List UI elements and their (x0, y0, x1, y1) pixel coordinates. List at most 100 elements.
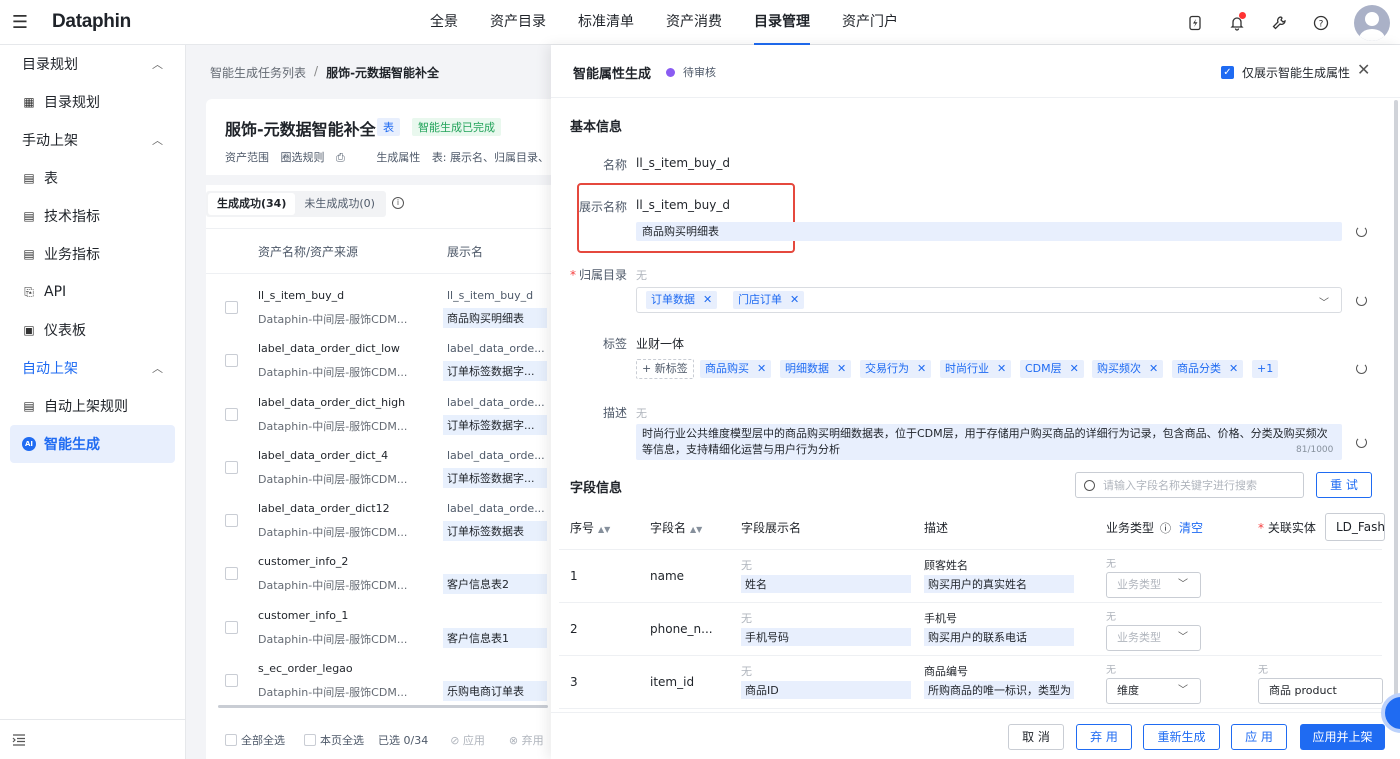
close-icon[interactable]: ✕ (1149, 362, 1158, 375)
checkbox[interactable] (304, 734, 316, 746)
list-item[interactable]: customer_info_2 Dataphin-中间层-服饰CDM... 客户信息… (206, 546, 551, 599)
nav-catalog-management[interactable]: 目录管理 (740, 0, 824, 45)
sidebar-group-auto-publish[interactable]: 自动上架 ︿ (0, 349, 185, 387)
help-icon[interactable]: ? (1300, 0, 1342, 45)
reset-button[interactable]: 重 试 (1316, 472, 1372, 498)
refresh-icon[interactable] (1356, 363, 1367, 374)
select-all-checkbox[interactable]: 全部全选 (225, 732, 285, 748)
asset-name[interactable]: label_data_order_dict12 (258, 502, 390, 515)
discard-button[interactable]: 弃 用 (1076, 724, 1132, 750)
asset-name[interactable]: label_data_order_dict_high (258, 396, 405, 409)
sidebar-group-manual-publish[interactable]: 手动上架 ︿ (0, 121, 185, 159)
asset-name[interactable]: label_data_order_dict_4 (258, 449, 388, 462)
info-icon[interactable]: i (392, 197, 404, 209)
biz-type-select[interactable]: 维度 ﹀ (1106, 678, 1201, 704)
checkbox[interactable] (225, 354, 238, 368)
tag-chip[interactable]: 时尚行业 ✕ (940, 360, 1012, 378)
sidebar-item-catalog-planning[interactable]: ▦ 目录规划 (10, 83, 175, 121)
field-desc-ai[interactable]: 所购商品的唯一标识，类型为 (924, 681, 1074, 699)
close-icon[interactable]: ✕ (1229, 362, 1238, 375)
close-icon[interactable]: ✕ (790, 293, 799, 306)
refresh-icon[interactable] (1356, 437, 1367, 448)
tag-chip[interactable]: CDM层 ✕ (1020, 360, 1084, 378)
sidebar-item-biz-metric[interactable]: ▤ 业务指标 (10, 235, 175, 273)
refresh-icon[interactable] (1356, 295, 1367, 306)
sidebar-item-api[interactable]: ⎘ API (10, 273, 175, 311)
checkbox[interactable] (225, 674, 238, 688)
lightning-icon[interactable] (1174, 0, 1216, 45)
hamburger-menu-icon[interactable]: ☰ (0, 0, 40, 45)
list-item[interactable]: s_ec_order_legao Dataphin-中间层-服饰CDM... 乐购电… (206, 653, 551, 706)
tab-success[interactable]: 生成成功(34) (208, 193, 296, 215)
col-field-name[interactable]: 字段名 ▲▼ (650, 519, 702, 536)
biz-type-select[interactable]: 业务类型 ﹀ (1106, 572, 1201, 598)
sidebar-group-catalog-planning[interactable]: 目录规划 ︿ (0, 45, 185, 83)
close-icon[interactable]: ✕ (997, 362, 1006, 375)
list-item[interactable]: ll_s_item_buy_d Dataphin-中间层-服饰CDM... ll_s… (206, 280, 551, 333)
catalog-chip[interactable]: 订单数据 ✕ (646, 291, 718, 309)
discard-bulk-button[interactable]: ⊗ 弃用 (509, 732, 544, 748)
list-item[interactable]: label_data_order_dict12 Dataphin-中间层-服饰CD… (206, 493, 551, 546)
checkbox-checked-icon[interactable]: ✓ (1221, 66, 1234, 79)
checkbox[interactable] (225, 301, 238, 314)
collapse-sidebar-icon[interactable] (0, 719, 185, 759)
close-icon[interactable]: ✕ (757, 362, 766, 375)
close-icon[interactable]: ✕ (917, 362, 926, 375)
cancel-button[interactable]: 取 消 (1008, 724, 1064, 750)
more-tags-chip[interactable]: +1 (1252, 360, 1279, 378)
chevron-down-icon[interactable]: ﹀ (1319, 294, 1329, 309)
tag-chip[interactable]: 商品购买 ✕ (700, 360, 772, 378)
nav-overview[interactable]: 全景 (416, 0, 472, 45)
field-search-input[interactable]: 请输入字段名称关键字进行搜索 (1075, 472, 1304, 498)
select-page-checkbox[interactable]: 本页全选 (304, 732, 364, 748)
tab-failed[interactable]: 未生成成功(0) (295, 193, 384, 215)
avatar[interactable] (1354, 4, 1390, 41)
wrench-icon[interactable] (1258, 0, 1300, 45)
tag-chip[interactable]: 交易行为 ✕ (860, 360, 932, 378)
close-icon[interactable]: ✕ (1357, 60, 1370, 79)
nav-asset-consumption[interactable]: 资产消费 (652, 0, 736, 45)
breadcrumb-parent[interactable]: 智能生成任务列表 (210, 64, 306, 81)
catalog-select[interactable]: 订单数据 ✕ 门店订单 ✕ ﹀ (636, 287, 1342, 313)
asset-name[interactable]: label_data_order_dict_low (258, 342, 400, 355)
list-item[interactable]: label_data_order_dict_low Dataphin-中间层-服饰… (206, 333, 551, 386)
checkbox[interactable] (225, 460, 238, 474)
field-display-ai[interactable]: 商品ID (741, 681, 911, 699)
asset-name[interactable]: s_ec_order_legao (258, 662, 353, 675)
rel-entity-input[interactable]: LD_Fashi (1325, 513, 1385, 541)
vertical-scrollbar[interactable] (1394, 100, 1398, 712)
apply-button[interactable]: 应 用 (1231, 724, 1287, 750)
asset-name[interactable]: ll_s_item_buy_d (258, 289, 344, 302)
checkbox[interactable] (225, 514, 238, 528)
horizontal-scrollbar[interactable] (218, 705, 548, 708)
tag-chip[interactable]: 购买频次 ✕ (1092, 360, 1164, 378)
sidebar-item-tech-metric[interactable]: ▤ 技术指标 (10, 197, 175, 235)
rel-entity-select[interactable]: 商品 product (1258, 678, 1383, 704)
bell-icon[interactable] (1216, 0, 1258, 45)
display-name-ai-suggestion[interactable]: 商品购买明细表 (636, 222, 1342, 241)
list-item[interactable]: customer_info_1 Dataphin-中间层-服饰CDM... 客户信息… (206, 600, 551, 653)
biz-type-select[interactable]: 业务类型 ﹀ (1106, 625, 1201, 651)
sort-icon[interactable]: ▲▼ (690, 525, 702, 534)
checkbox[interactable] (225, 567, 238, 581)
close-icon[interactable]: ✕ (837, 362, 846, 375)
doc-icon[interactable]: ⎙ (336, 151, 345, 164)
sidebar-item-auto-publish-rules[interactable]: ▤ 自动上架规则 (10, 387, 175, 425)
refresh-icon[interactable] (1356, 226, 1367, 237)
field-display-ai[interactable]: 姓名 (741, 575, 911, 593)
clear-link[interactable]: 清空 (1179, 521, 1203, 535)
close-icon[interactable]: ✕ (1070, 362, 1079, 375)
tag-chip[interactable]: 明细数据 ✕ (780, 360, 852, 378)
checkbox[interactable] (225, 407, 238, 421)
nav-standard-list[interactable]: 标准清单 (564, 0, 648, 45)
sidebar-item-table[interactable]: ▤ 表 (10, 159, 175, 197)
only-show-ai-checkbox[interactable]: ✓ 仅展示智能生成属性 (1221, 64, 1350, 81)
sidebar-item-dashboard[interactable]: ▣ 仪表板 (10, 311, 175, 349)
apply-and-publish-button[interactable]: 应用并上架 (1300, 724, 1385, 750)
field-desc-ai[interactable]: 购买用户的真实姓名 (924, 575, 1074, 593)
catalog-chip[interactable]: 门店订单 ✕ (733, 291, 805, 309)
list-item[interactable]: label_data_order_dict_high Dataphin-中间层-服… (206, 387, 551, 440)
logo[interactable]: Dataphin (52, 11, 131, 33)
new-tag-button[interactable]: + 新标签 (636, 359, 694, 379)
tag-chip[interactable]: 商品分类 ✕ (1172, 360, 1244, 378)
